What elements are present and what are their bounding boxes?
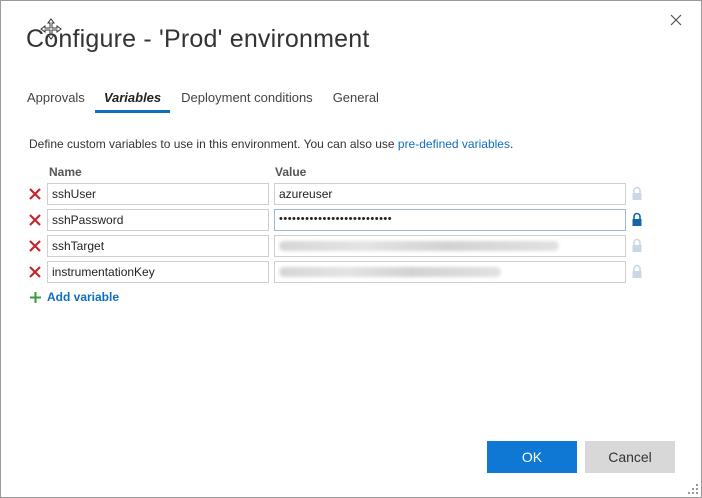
tab-deployment-conditions[interactable]: Deployment conditions: [181, 90, 313, 113]
add-variable-button[interactable]: Add variable: [29, 290, 119, 304]
predefined-variables-link[interactable]: pre-defined variables: [398, 137, 510, 151]
delete-variable-icon[interactable]: [27, 212, 43, 228]
lock-icon[interactable]: [631, 186, 643, 201]
redacted-value: [279, 267, 501, 277]
variable-row: sshPassword ••••••••••••••••••••••••••: [27, 209, 647, 233]
cancel-button[interactable]: Cancel: [585, 441, 675, 473]
column-header-name: Name: [49, 165, 82, 179]
variable-value-field[interactable]: [274, 235, 626, 257]
description-end: .: [509, 137, 514, 151]
lock-icon[interactable]: [631, 264, 643, 279]
resize-grip-icon[interactable]: [687, 483, 699, 495]
tab-approvals[interactable]: Approvals: [27, 90, 85, 113]
variable-value-field[interactable]: azureuser: [274, 183, 626, 205]
lock-icon[interactable]: [631, 212, 643, 227]
description-text: Define custom variables to use in this e…: [29, 137, 395, 151]
variables-description: Define custom variables to use in this e…: [29, 137, 513, 151]
dialog-title: Configure - 'Prod' environment: [26, 25, 370, 53]
add-variable-label: Add variable: [47, 290, 120, 304]
ok-button[interactable]: OK: [487, 441, 577, 473]
variable-row: sshUser azureuser: [27, 183, 647, 207]
variable-name-field[interactable]: sshPassword: [47, 209, 269, 231]
variable-name-field[interactable]: sshUser: [47, 183, 269, 205]
variable-row: instrumentationKey: [27, 261, 647, 285]
tab-variables[interactable]: Variables: [94, 90, 171, 113]
close-icon: [670, 14, 682, 26]
delete-variable-icon[interactable]: [27, 238, 43, 254]
delete-variable-icon[interactable]: [27, 264, 43, 280]
tab-bar: Approvals Variables Deployment condition…: [27, 90, 399, 113]
close-button[interactable]: [665, 9, 687, 31]
variable-row: sshTarget: [27, 235, 647, 259]
variable-name-field[interactable]: instrumentationKey: [47, 261, 269, 283]
variable-value-field[interactable]: [274, 261, 626, 283]
configure-environment-dialog: Configure - 'Prod' environment Approvals…: [0, 0, 702, 498]
redacted-value: [279, 241, 559, 251]
lock-icon[interactable]: [631, 238, 643, 253]
variable-name-field[interactable]: sshTarget: [47, 235, 269, 257]
variable-value-field[interactable]: ••••••••••••••••••••••••••: [274, 209, 626, 231]
tab-general[interactable]: General: [333, 90, 379, 113]
delete-variable-icon[interactable]: [27, 186, 43, 202]
column-header-value: Value: [275, 165, 307, 179]
plus-icon: [30, 291, 41, 303]
